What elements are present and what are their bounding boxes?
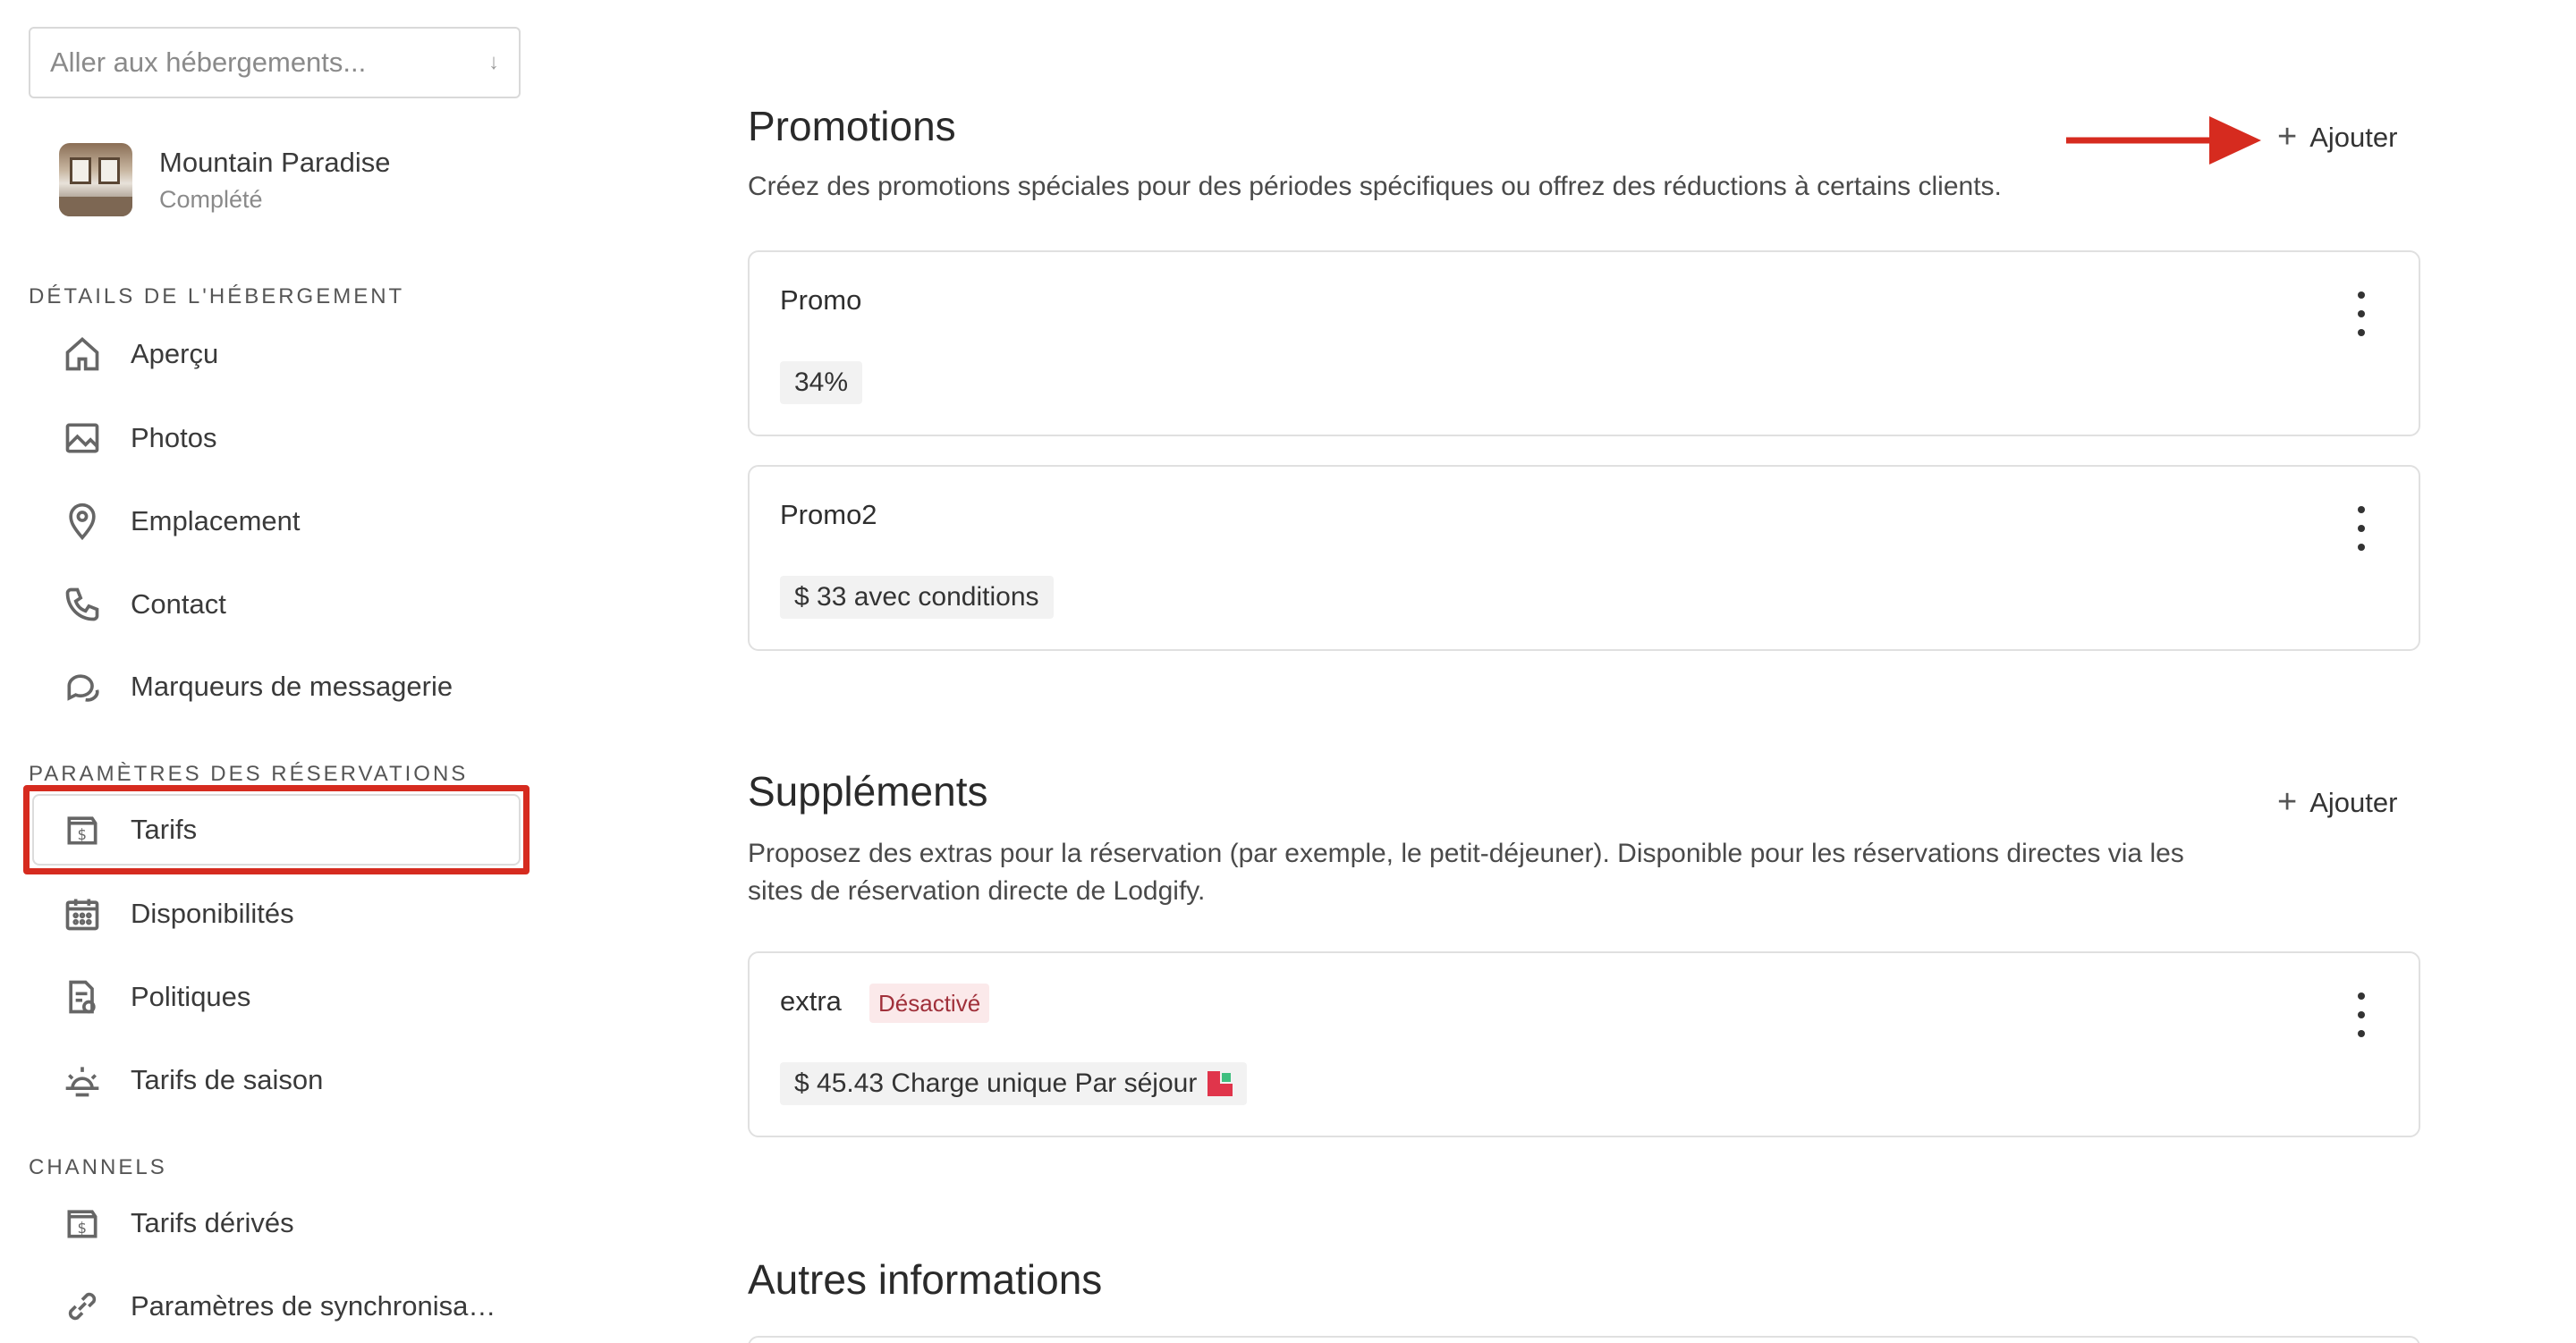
more-options-icon[interactable]	[2354, 506, 2368, 551]
sidebar-item-label: Contact	[131, 588, 226, 620]
property-search-select[interactable]: Aller aux hébergements... ↓	[29, 27, 521, 98]
promotion-card[interactable]: Promo2 $ 33 avec conditions	[748, 465, 2420, 651]
chat-bubbles-icon	[61, 665, 104, 708]
sidebar-item-label: Aperçu	[131, 338, 219, 369]
promotions-description: Créez des promotions spéciales pour des …	[748, 172, 2002, 201]
supplement-title: extra	[780, 985, 842, 1017]
location-pin-icon	[61, 500, 104, 543]
price-tag-icon: $	[61, 808, 104, 851]
plus-icon: +	[2277, 783, 2298, 821]
promotion-card[interactable]: Promo 34%	[748, 250, 2420, 436]
sidebar-item-label: Paramètres de synchronisa…	[131, 1290, 496, 1322]
promotion-value-tag: $ 33 avec conditions	[780, 576, 1054, 619]
document-policy-icon	[61, 976, 104, 1018]
sidebar-item-politiques[interactable]: Politiques	[36, 963, 519, 1031]
sidebar-item-label: Tarifs de saison	[131, 1064, 324, 1095]
supplement-value-text: $ 45.43 Charge unique Par séjour	[794, 1068, 1198, 1098]
other-info-card	[748, 1336, 2420, 1343]
supplement-value-tag: $ 45.43 Charge unique Par séjour	[780, 1062, 1248, 1105]
sidebar-item-label: Marqueurs de messagerie	[131, 671, 453, 702]
sidebar-item-label: Disponibilités	[131, 898, 294, 929]
sidebar-item-label: Emplacement	[131, 505, 301, 536]
property-summary[interactable]: Mountain Paradise Complété	[59, 143, 391, 216]
sidebar-item-contact[interactable]: Contact	[36, 570, 519, 638]
phone-icon	[61, 583, 104, 626]
sun-icon	[61, 1059, 104, 1102]
svg-text:$: $	[78, 1220, 88, 1237]
section-title-channels: CHANNELS	[29, 1155, 167, 1179]
more-options-icon[interactable]	[2354, 992, 2368, 1037]
plus-icon: +	[2277, 118, 2298, 156]
main-content: Promotions + Ajouter Créez des promotion…	[748, 0, 2429, 1343]
promotion-title: Promo	[780, 284, 862, 316]
annotation-arrow-icon	[2066, 116, 2261, 165]
sidebar-item-tarifs-saison[interactable]: Tarifs de saison	[36, 1046, 519, 1114]
sidebar-item-label: Tarifs	[131, 814, 198, 845]
sidebar-item-apercu[interactable]: Aperçu	[36, 320, 519, 388]
status-badge: Désactivé	[869, 984, 990, 1023]
property-thumbnail	[59, 143, 132, 216]
sidebar-item-label: Politiques	[131, 981, 251, 1012]
svg-text:$: $	[78, 826, 88, 843]
app-root: Aller aux hébergements... ↓ Mountain Par…	[0, 0, 2576, 1343]
promotion-title: Promo2	[780, 499, 877, 530]
more-options-icon[interactable]	[2354, 291, 2368, 336]
sidebar-item-label: Photos	[131, 422, 217, 453]
calendar-icon	[61, 892, 104, 935]
lodgify-flag-icon	[1208, 1071, 1233, 1096]
arrow-down-icon: ↓	[488, 50, 499, 74]
section-title-details: DÉTAILS DE L'HÉBERGEMENT	[29, 284, 405, 308]
property-name: Mountain Paradise	[159, 146, 391, 178]
sidebar-item-label: Tarifs dérivés	[131, 1207, 294, 1238]
supplements-title: Suppléments	[748, 768, 988, 815]
sidebar-item-sync[interactable]: Paramètres de synchronisa…	[36, 1272, 519, 1340]
sidebar-item-disponibilites[interactable]: Disponibilités	[36, 880, 519, 948]
sidebar: Aller aux hébergements... ↓ Mountain Par…	[0, 0, 555, 1343]
sidebar-item-tarifs-derives[interactable]: $ Tarifs dérivés	[36, 1189, 519, 1257]
add-supplement-label: Ajouter	[2309, 786, 2398, 818]
property-search-placeholder: Aller aux hébergements...	[50, 46, 367, 78]
add-supplement-button[interactable]: + Ajouter	[2277, 783, 2397, 822]
supplement-card[interactable]: extra Désactivé $ 45.43 Charge unique Pa…	[748, 951, 2420, 1137]
link-icon	[61, 1285, 104, 1328]
add-promotion-label: Ajouter	[2309, 121, 2398, 153]
promotions-title: Promotions	[748, 103, 956, 149]
supplements-description: Proposez des extras pour la réservation …	[748, 839, 2184, 906]
sidebar-item-marqueurs[interactable]: Marqueurs de messagerie	[36, 653, 519, 721]
home-icon	[61, 333, 104, 376]
property-status: Complété	[159, 185, 263, 213]
add-promotion-button[interactable]: + Ajouter	[2277, 118, 2397, 156]
image-icon	[61, 417, 104, 460]
other-info-title: Autres informations	[748, 1256, 1103, 1303]
promotion-value-tag: 34%	[780, 361, 863, 404]
section-title-reservations: PARAMÈTRES DES RÉSERVATIONS	[29, 762, 469, 786]
sidebar-item-emplacement[interactable]: Emplacement	[36, 487, 519, 555]
price-tag-icon: $	[61, 1202, 104, 1245]
sidebar-item-photos[interactable]: Photos	[36, 404, 519, 472]
sidebar-item-tarifs[interactable]: $ Tarifs	[36, 796, 519, 864]
